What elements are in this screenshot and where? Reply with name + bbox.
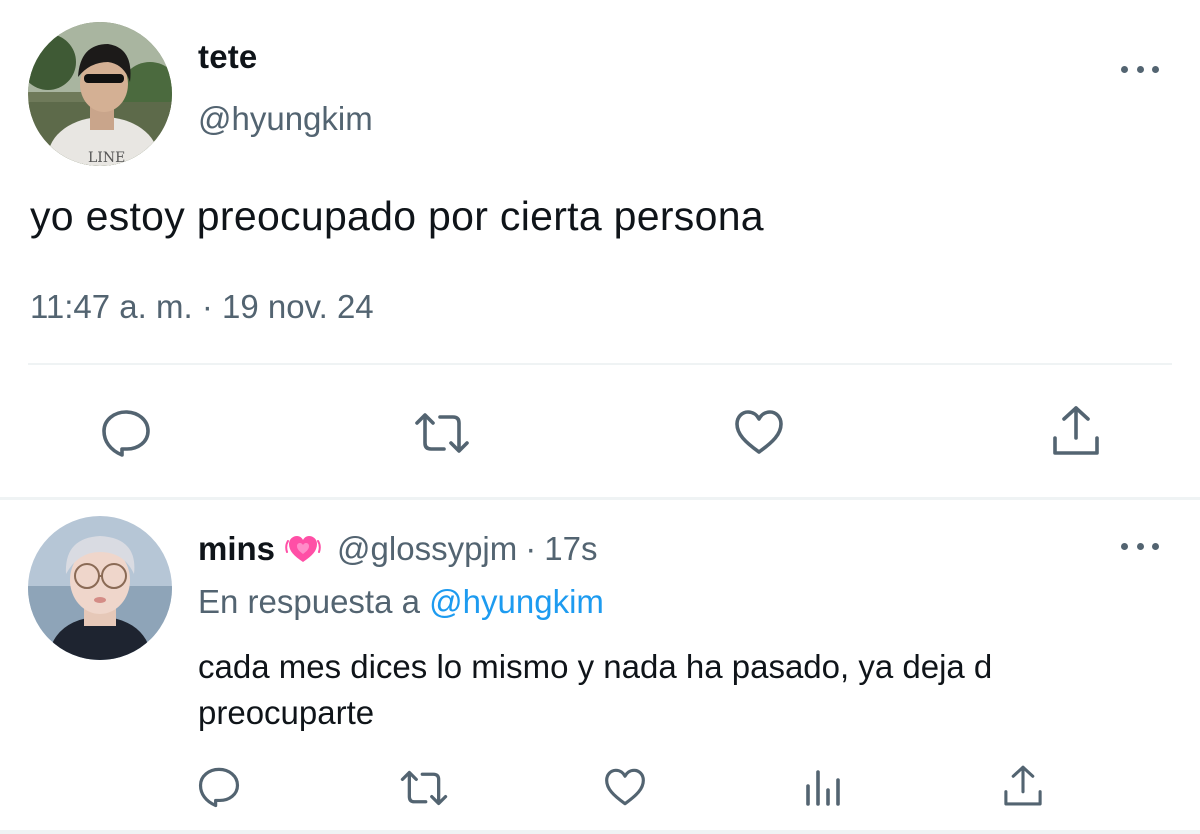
tweet-thread-view: LINE tete @hyungkim yo estoy preocupado … — [0, 0, 1200, 834]
reply-tweet-handle[interactable]: @glossypjm — [337, 530, 517, 568]
avatar-photo-tete: LINE — [28, 22, 172, 166]
reply-tweet-header: mins @glossypjm · 17s — [198, 526, 597, 572]
dot — [1152, 542, 1159, 550]
svg-text:LINE: LINE — [88, 150, 125, 166]
bottom-divider — [0, 830, 1200, 834]
reply-context-prefix: En respuesta a — [198, 583, 420, 620]
dot — [1136, 65, 1144, 73]
dot — [1121, 542, 1128, 550]
dot — [1152, 65, 1159, 73]
main-tweet-handle[interactable]: @hyungkim — [198, 100, 373, 138]
dot — [1136, 542, 1144, 550]
reply-icon[interactable] — [100, 408, 152, 458]
analytics-icon[interactable] — [804, 768, 842, 806]
reply-tweet-more-icon[interactable] — [1121, 539, 1159, 553]
reply-context-mention[interactable]: @hyungkim — [429, 583, 604, 620]
reply-icon[interactable] — [197, 766, 241, 808]
like-icon[interactable] — [733, 408, 785, 456]
reply-tweet-text: cada mes dices lo mismo y nada ha pasado… — [198, 648, 993, 731]
main-tweet-avatar[interactable]: LINE — [28, 22, 172, 166]
main-tweet-text: yo estoy preocupado por cierta persona — [30, 193, 764, 239]
separator-dot: · — [525, 530, 537, 567]
share-icon[interactable] — [1051, 404, 1101, 458]
main-tweet-display-name[interactable]: tete — [198, 38, 258, 76]
reply-context: En respuesta a @hyungkim — [198, 583, 604, 621]
tweet-divider — [0, 497, 1200, 500]
reply-tweet-avatar[interactable] — [28, 516, 172, 660]
retweet-icon[interactable] — [413, 411, 471, 455]
growing-heart-emoji — [285, 536, 321, 562]
divider — [28, 363, 1172, 365]
like-icon[interactable] — [603, 767, 647, 807]
main-tweet-more-icon[interactable] — [1121, 62, 1159, 76]
dot — [1121, 65, 1128, 73]
retweet-icon[interactable] — [399, 769, 449, 807]
share-icon[interactable] — [1002, 764, 1044, 808]
avatar-photo-mins — [28, 516, 172, 660]
main-tweet-timestamp[interactable]: 11:47 a. m. · 19 nov. 24 — [30, 288, 374, 326]
reply-tweet-display-name[interactable]: mins — [198, 530, 275, 568]
reply-tweet-time[interactable]: 17s — [544, 530, 597, 568]
